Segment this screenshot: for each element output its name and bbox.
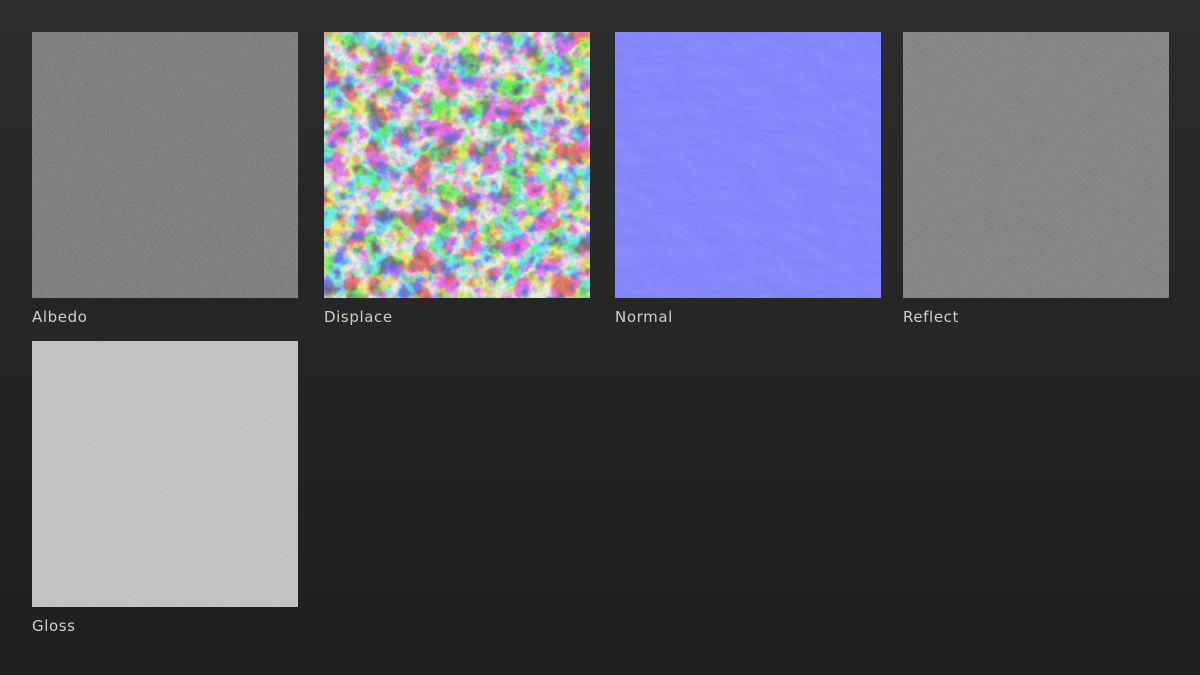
normal-noise-image (615, 32, 881, 298)
texture-tile-reflect[interactable]: Reflect (903, 32, 1169, 326)
displace-label: Displace (324, 308, 393, 326)
albedo-map-thumbnail[interactable] (32, 32, 298, 298)
gloss-noise-image (32, 341, 298, 607)
texture-tile-albedo[interactable]: Albedo (32, 32, 298, 326)
gloss-map-thumbnail[interactable] (32, 341, 298, 607)
texture-tile-gloss[interactable]: Gloss (32, 341, 298, 635)
reflect-noise-image (903, 32, 1169, 298)
texture-tile-displace[interactable]: Displace (324, 32, 590, 326)
albedo-noise-image (32, 32, 298, 298)
normal-map-thumbnail[interactable] (615, 32, 881, 298)
displace-map-thumbnail[interactable] (324, 32, 590, 298)
albedo-label: Albedo (32, 308, 88, 326)
reflect-label: Reflect (903, 308, 959, 326)
reflect-map-thumbnail[interactable] (903, 32, 1169, 298)
texture-tile-normal[interactable]: Normal (615, 32, 881, 326)
displace-noise-image (324, 32, 590, 298)
gloss-label: Gloss (32, 617, 76, 635)
normal-label: Normal (615, 308, 673, 326)
